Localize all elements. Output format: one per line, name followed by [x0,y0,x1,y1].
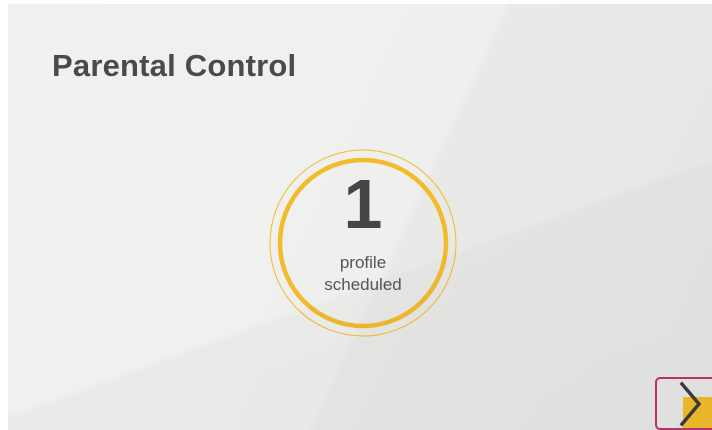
profile-count: 1 [343,165,383,243]
next-button[interactable] [655,377,712,430]
profile-count-label-line1: profile [339,253,387,272]
profile-count-ring: 1 profile scheduled [267,147,459,339]
parental-control-card: Parental Control 1 profile scheduled [8,4,712,430]
chevron-right-icon [679,381,702,427]
card-title: Parental Control [52,48,297,83]
profile-count-label-line2: scheduled [324,275,402,294]
